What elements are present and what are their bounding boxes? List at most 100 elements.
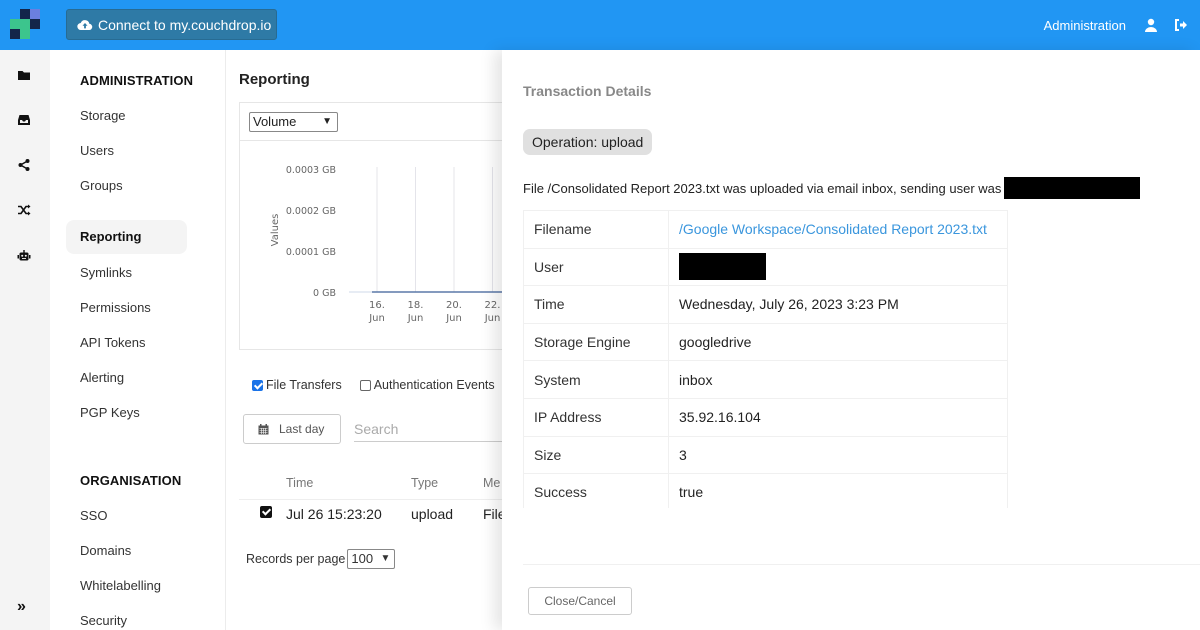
nav-item-sso[interactable]: SSO [80, 508, 107, 523]
details-table-scroll[interactable]: Filename /Google Workspace/Consolidated … [523, 210, 1009, 508]
x-tick-label: 22. [485, 300, 501, 311]
table-row[interactable]: Jul 26 15:23:20 upload File [239, 506, 529, 528]
file-transfers-checkbox[interactable] [252, 379, 263, 391]
nav-item-storage[interactable]: Storage [80, 108, 126, 123]
detail-row-system: System inbox [523, 360, 1008, 399]
couchdrop-logo[interactable] [10, 9, 40, 39]
row-type: upload [411, 506, 454, 522]
y-tick-label: 0.0002 GB [286, 206, 336, 217]
operation-badge: Operation: upload [523, 129, 653, 155]
column-header-time[interactable]: Time [286, 476, 313, 490]
user-icon[interactable] [1144, 18, 1158, 32]
row-checkbox[interactable] [260, 506, 272, 518]
metric-select[interactable]: Volume ▼ [249, 112, 338, 132]
date-range-button[interactable]: Last day [243, 414, 341, 444]
icon-rail: » [0, 50, 50, 630]
date-range-label: Last day [279, 422, 325, 436]
administration-link[interactable]: Administration [1044, 18, 1126, 33]
x-tick-label: Jun [484, 313, 501, 324]
detail-row-time: Time Wednesday, July 26, 2023 3:23 PM [523, 285, 1008, 324]
filter-file-transfers[interactable]: File Transfers [252, 378, 342, 392]
volume-chart: Values 0 GB 0.0001 GB 0.0002 GB 0.0003 GB 1… [270, 165, 530, 324]
nav-item-reporting[interactable]: Reporting [66, 220, 187, 254]
detail-row-filename: Filename /Google Workspace/Consolidated … [523, 210, 1008, 249]
nav-item-pgp-keys[interactable]: PGP Keys [80, 405, 140, 420]
detail-key: Time [523, 285, 669, 324]
y-tick-label: 0 GB [313, 288, 336, 299]
detail-row-size: Size 3 [523, 435, 1008, 475]
redacted-sender [1004, 177, 1141, 199]
x-tick-label: 18. [408, 300, 424, 311]
nav-item-security[interactable]: Security [80, 613, 127, 628]
nav-item-users[interactable]: Users [80, 143, 114, 158]
detail-key: IP Address [523, 397, 669, 437]
y-axis-label: Values [270, 214, 281, 247]
detail-key: Filename [523, 210, 669, 249]
nav-item-alerting[interactable]: Alerting [80, 370, 124, 385]
nav-item-api-tokens[interactable]: API Tokens [80, 335, 146, 350]
chart-card: Volume ▼ Values 0 GB 0.0001 GB 0.0002 GB 0.… [239, 102, 530, 350]
nav-item-whitelabelling[interactable]: Whitelabelling [80, 578, 161, 593]
robot-icon[interactable] [17, 249, 31, 263]
page-title: Reporting [239, 71, 310, 88]
detail-row-success: Success true [523, 473, 1008, 508]
y-tick-label: 0.0001 GB [286, 247, 336, 258]
redacted-user [679, 253, 766, 281]
x-tick-label: 16. [369, 300, 385, 311]
column-header-type[interactable]: Type [411, 476, 438, 490]
nav-item-domains[interactable]: Domains [80, 543, 131, 558]
detail-value: 3 [668, 435, 1008, 475]
detail-key: System [523, 360, 669, 399]
chevron-down-icon: ▼ [380, 553, 391, 564]
transaction-description: File /Consolidated Report 2023.txt was u… [523, 177, 1141, 199]
expand-rail-icon[interactable]: » [17, 598, 26, 616]
transaction-details-drawer: Transaction Details Operation: upload Fi… [502, 50, 1200, 630]
inbox-icon[interactable] [17, 113, 31, 127]
logout-icon[interactable] [1174, 18, 1188, 32]
nav-heading-administration: ADMINISTRATION [80, 73, 194, 88]
admin-nav: ADMINISTRATION Storage Users Groups Repo… [50, 50, 226, 630]
reporting-panel: Reporting Volume ▼ Values 0 GB 0.0001 GB 0… [226, 50, 530, 630]
column-header-message[interactable]: Me [483, 476, 500, 490]
detail-value: inbox [668, 360, 1008, 399]
x-tick-label: Jun [407, 313, 424, 324]
authentication-events-label: Authentication Events [373, 378, 495, 392]
y-tick-label: 0.0003 GB [286, 165, 336, 176]
detail-value: /Google Workspace/Consolidated Report 20… [668, 210, 1008, 249]
detail-row-user: User [523, 247, 1008, 287]
detail-value [668, 247, 1008, 287]
metric-select-value: Volume [253, 114, 297, 129]
filter-authentication-events[interactable]: Authentication Events [359, 378, 495, 392]
row-time: Jul 26 15:23:20 [286, 506, 382, 522]
shuffle-icon[interactable] [17, 203, 31, 217]
filename-link[interactable]: /Google Workspace/Consolidated Report 20… [679, 221, 987, 237]
cloud-upload-icon [77, 19, 93, 30]
connect-button[interactable]: Connect to my.couchdrop.io [66, 9, 277, 40]
search-input[interactable] [354, 416, 516, 442]
detail-key: User [523, 247, 669, 287]
records-per-page-label: Records per page [246, 552, 346, 566]
authentication-events-checkbox[interactable] [359, 379, 371, 391]
folder-icon[interactable] [17, 68, 31, 82]
detail-value: Wednesday, July 26, 2023 3:23 PM [668, 285, 1008, 324]
detail-row-ip-address: IP Address 35.92.16.104 [523, 397, 1008, 437]
share-icon[interactable] [17, 158, 31, 172]
detail-key: Storage Engine [523, 322, 669, 362]
records-per-page: Records per page 100 ▼ [246, 549, 396, 569]
details-table: Filename /Google Workspace/Consolidated … [523, 210, 1008, 508]
table-header: Time Type Me [239, 476, 529, 500]
nav-item-symlinks[interactable]: Symlinks [80, 265, 132, 280]
close-cancel-button[interactable]: Close/Cancel [528, 587, 632, 615]
x-tick-label: Jun [368, 313, 385, 324]
connect-label: Connect to my.couchdrop.io [98, 16, 272, 33]
drawer-title: Transaction Details [523, 83, 652, 99]
nav-item-permissions[interactable]: Permissions [80, 300, 151, 315]
calendar-icon [258, 423, 269, 434]
records-per-page-select[interactable]: 100 ▼ [347, 549, 396, 569]
top-bar: Connect to my.couchdrop.io Administratio… [0, 0, 1200, 50]
detail-value: true [668, 473, 1008, 508]
drawer-divider [523, 564, 1200, 565]
detail-key: Size [523, 435, 669, 475]
nav-item-groups[interactable]: Groups [80, 178, 123, 193]
x-tick-label: Jun [445, 313, 462, 324]
